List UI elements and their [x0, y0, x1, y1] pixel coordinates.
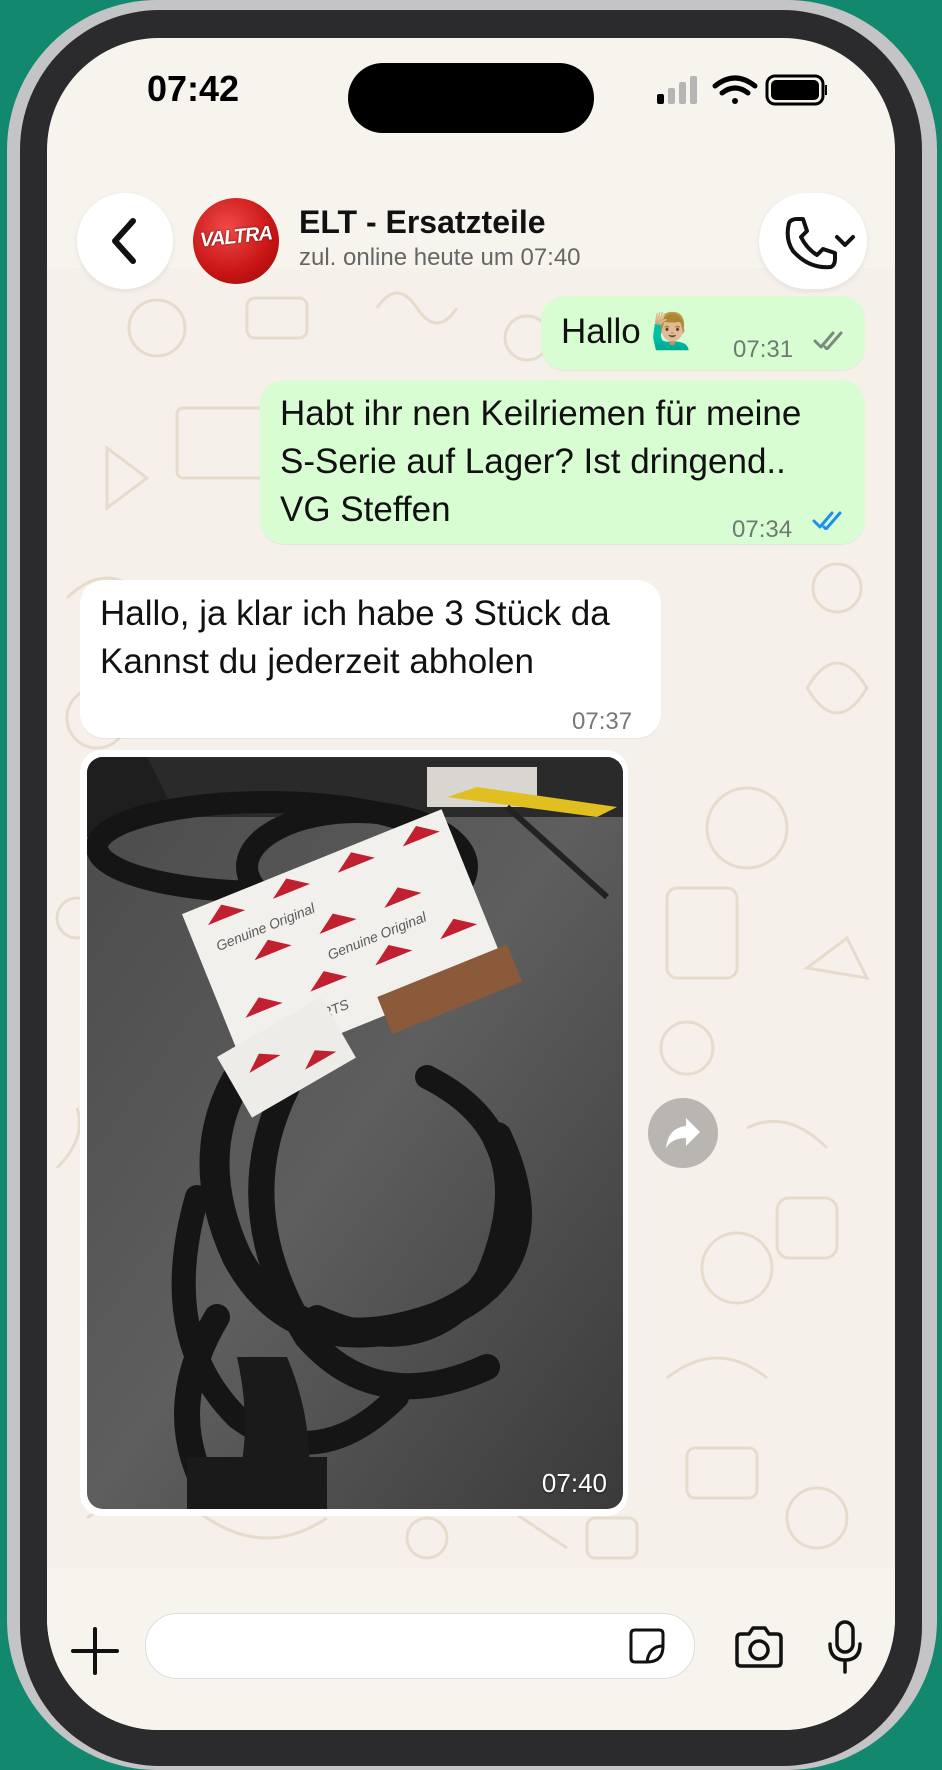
message-time: 07:34: [732, 516, 793, 543]
chevron-down-icon: [835, 235, 855, 247]
photo-v-belts[interactable]: Genuine Original Genuine Original AGCO P…: [87, 757, 623, 1509]
message-line: Kannst du jederzeit abholen: [100, 642, 534, 681]
avatar[interactable]: VALTRA: [193, 198, 279, 284]
screen: 07:42 VALTRA ELT - Ersatzteile zul. onli…: [47, 38, 895, 1730]
contact-status: zul. online heute um 07:40: [299, 244, 581, 271]
back-button[interactable]: [77, 193, 173, 289]
message-text: Hallo 🙋🏼‍♂️: [561, 312, 695, 351]
back-chevron-icon: [112, 218, 136, 264]
message-line: VG Steffen: [280, 490, 451, 529]
message-line: S-Serie auf Lager? Ist dringend..: [280, 442, 786, 481]
message-line: Habt ihr nen Keilriemen für meine: [280, 394, 802, 433]
message-input-bar: [47, 1568, 895, 1730]
wifi-icon: [712, 75, 758, 104]
message-input[interactable]: [145, 1613, 695, 1679]
status-icons: [657, 72, 827, 117]
message-outgoing[interactable]: Hallo 🙋🏼‍♂️ 07:31: [541, 296, 865, 370]
forward-button[interactable]: [648, 1098, 718, 1168]
sticker-icon[interactable]: [627, 1626, 667, 1666]
double-check-icon: [813, 331, 843, 350]
message-incoming[interactable]: Hallo, ja klar ich habe 3 Stück da Kanns…: [80, 580, 661, 738]
photo-content: Genuine Original Genuine Original AGCO P…: [87, 757, 623, 1509]
message-time: 07:31: [733, 336, 794, 363]
status-bar: 07:42: [47, 38, 895, 148]
message-outgoing[interactable]: Habt ihr nen Keilriemen für meine S-Seri…: [260, 380, 865, 544]
forward-icon: [666, 1118, 700, 1148]
battery-icon: [765, 74, 827, 106]
camera-icon[interactable]: [733, 1626, 785, 1670]
call-button[interactable]: [759, 193, 867, 289]
contact-name[interactable]: ELT - Ersatzteile: [299, 204, 546, 241]
double-check-icon: [812, 511, 842, 530]
message-line: Hallo, ja klar ich habe 3 Stück da: [100, 594, 610, 633]
signal-icon: [657, 76, 697, 104]
message-time: 07:37: [572, 708, 633, 735]
message-image[interactable]: Genuine Original Genuine Original AGCO P…: [80, 750, 628, 1516]
microphone-icon[interactable]: [827, 1620, 863, 1674]
phone-icon: [785, 217, 837, 270]
plus-icon[interactable]: [67, 1623, 123, 1679]
message-time: 07:40: [541, 1468, 607, 1498]
chat-header: VALTRA ELT - Ersatzteile zul. online heu…: [47, 148, 895, 289]
dynamic-island: [348, 63, 594, 133]
avatar-logo-text: VALTRA: [198, 222, 273, 252]
status-time: 07:42: [147, 68, 240, 109]
